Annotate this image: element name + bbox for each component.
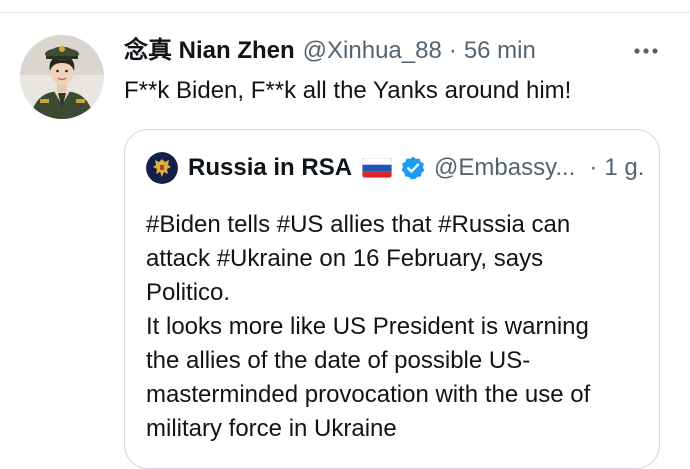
more-options-icon xyxy=(634,48,658,54)
quoted-text-line: #Biden tells #US allies that #Russia can xyxy=(146,211,571,238)
quoted-tweet-text: #Biden tells #US allies that #Russia can… xyxy=(146,208,646,446)
quoted-text-line: masterminded provocation with the use of xyxy=(146,381,591,408)
quoted-tweet[interactable]: Russia in RSA @Embassy... · 1 g. #Biden … xyxy=(124,129,660,469)
quoted-text-line: Politico. xyxy=(146,279,231,306)
tweet[interactable]: 念真 Nian Zhen @Xinhua_88 · 56 min F**k Bi… xyxy=(0,13,690,469)
tweet-text: F**k Biden, F**k all the Yanks around hi… xyxy=(124,77,572,104)
separator-dot: · xyxy=(448,37,457,64)
verified-badge-icon xyxy=(401,156,425,180)
russian-coat-of-arms-icon xyxy=(146,152,178,184)
quoted-avatar[interactable] xyxy=(146,152,178,184)
quoted-author-display-name[interactable]: Russia in RSA xyxy=(188,153,352,183)
avatar[interactable] xyxy=(20,35,104,119)
russia-flag-icon xyxy=(362,158,393,178)
quoted-tweet-header: Russia in RSA @Embassy... · 1 g. xyxy=(146,151,644,185)
quoted-text-line: attack #Ukraine on 16 February, says xyxy=(146,245,544,272)
author-handle[interactable]: @Xinhua_88 xyxy=(303,36,442,66)
quoted-text-line: It looks more like US President is warni… xyxy=(146,313,589,340)
tweet-timestamp[interactable]: 56 min xyxy=(464,36,536,66)
author-display-name[interactable]: 念真 Nian Zhen xyxy=(124,36,295,66)
tweet-header: 念真 Nian Zhen @Xinhua_88 · 56 min xyxy=(124,36,536,66)
quoted-timestamp[interactable]: 1 g. xyxy=(604,153,644,183)
more-options-button[interactable] xyxy=(629,37,663,65)
quoted-separator-dot: · xyxy=(589,154,598,181)
quoted-text-line: the allies of the date of possible US- xyxy=(146,347,531,374)
profile-photo-military-woman-icon xyxy=(20,35,104,119)
quoted-text-line: military force in Ukraine xyxy=(146,415,397,442)
quoted-author-handle[interactable]: @Embassy... xyxy=(434,153,575,183)
